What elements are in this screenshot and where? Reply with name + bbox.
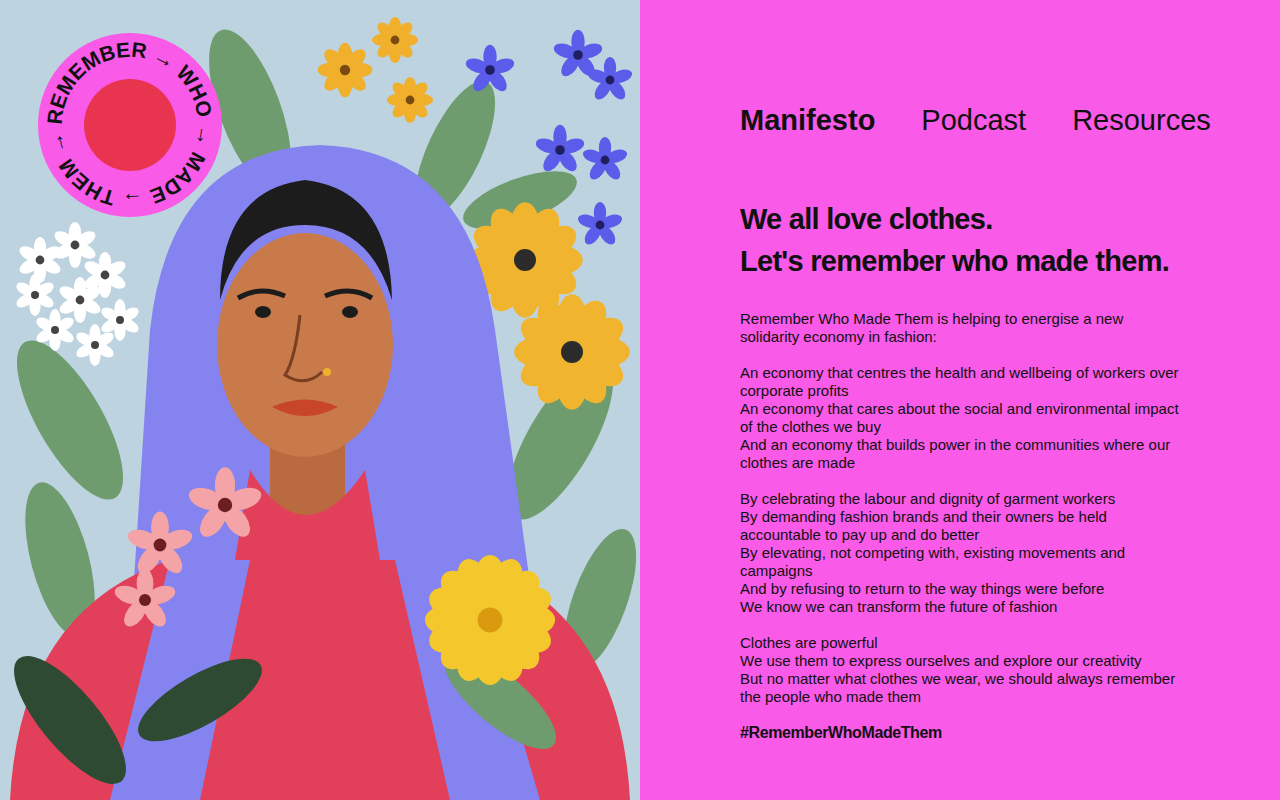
leaf-icon	[0, 326, 143, 514]
paragraph: By celebrating the labour and dignity of…	[740, 490, 1185, 616]
nav: Manifesto Podcast Resources	[740, 100, 1264, 140]
nav-link[interactable]: Manifesto	[740, 100, 875, 140]
heading: We all love clothes.Let's remember who m…	[740, 198, 1264, 282]
flower-icon	[34, 309, 76, 351]
flower-icon	[534, 125, 586, 175]
flower-icon	[52, 222, 98, 268]
flower-icon	[17, 237, 63, 283]
flower-icon	[57, 277, 103, 323]
lips	[272, 400, 338, 417]
flower-icon	[423, 553, 557, 687]
nav-link[interactable]: Podcast	[921, 100, 1026, 140]
badge-text: REMEMBER → WHO → MADE → THEM →	[43, 38, 218, 213]
flower-icon	[581, 137, 629, 182]
paragraph: Clothes are powerfulWe use them to expre…	[740, 634, 1185, 706]
flower-icon	[372, 17, 418, 63]
paragraph: Remember Who Made Them is helping to ene…	[740, 310, 1185, 346]
paragraph: An economy that centres the health and w…	[740, 364, 1185, 472]
illustration: REMEMBER → WHO → MADE → THEM →	[0, 0, 640, 800]
leaf-icon	[0, 640, 143, 800]
face	[217, 233, 393, 457]
flower-icon	[464, 45, 516, 95]
hashtag[interactable]: #RememberWhoMadeThem	[740, 724, 1185, 742]
flower-icon	[112, 569, 177, 631]
flower-icon	[125, 511, 194, 577]
flower-icon	[74, 324, 116, 366]
flower-icon	[387, 77, 433, 123]
flower-icon	[514, 294, 630, 410]
hair	[220, 180, 392, 300]
manifesto-body: Remember Who Made Them is helping to ene…	[740, 310, 1185, 742]
flower-icon	[14, 274, 56, 316]
flower-icon	[186, 467, 264, 541]
flower-icon	[576, 202, 624, 247]
content-panel: Manifesto Podcast Resources We all love clo…	[640, 0, 1280, 800]
leaf-icon	[127, 643, 273, 757]
flower-icon	[318, 43, 373, 98]
badge-logo: REMEMBER → WHO → MADE → THEM →	[38, 33, 222, 217]
nav-link[interactable]: Resources	[1072, 100, 1211, 140]
illustration-panel: REMEMBER → WHO → MADE → THEM →	[0, 0, 640, 800]
page: REMEMBER → WHO → MADE → THEM → Manifesto P…	[0, 0, 1280, 800]
flower-icon	[586, 57, 634, 102]
